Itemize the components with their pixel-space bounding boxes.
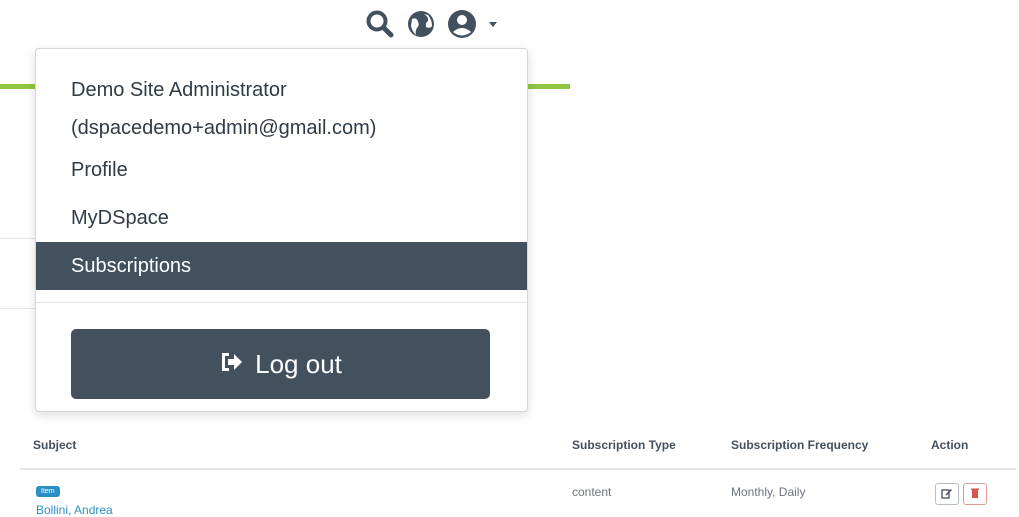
user-menu-dropdown: Demo Site Administrator (dspacedemo+admi…: [35, 48, 528, 412]
trash-icon: [969, 487, 981, 502]
header-accent-line: [525, 84, 570, 89]
column-header-action: Action: [931, 438, 969, 452]
column-header-subject: Subject: [33, 438, 77, 452]
logout-button[interactable]: Log out: [71, 329, 490, 399]
subscription-frequency: Monthly, Daily: [731, 485, 806, 499]
user-info: Demo Site Administrator (dspacedemo+admi…: [71, 73, 376, 145]
edit-icon: [941, 487, 953, 502]
edit-subscription-button[interactable]: [935, 483, 959, 505]
menu-divider: [36, 302, 527, 303]
column-header-frequency: Subscription Frequency: [731, 438, 869, 452]
user-circle-icon[interactable]: [446, 8, 478, 40]
menu-item-subscriptions[interactable]: Subscriptions: [36, 242, 527, 290]
globe-icon[interactable]: [406, 9, 436, 39]
logout-label: Log out: [255, 348, 342, 379]
user-name: Demo Site Administrator: [71, 79, 287, 101]
caret-down-icon[interactable]: [488, 19, 498, 29]
table-header: Subject Subscription Type Subscription F…: [20, 424, 1016, 470]
subject-link[interactable]: Bollini, Andrea: [36, 503, 113, 517]
user-email: (dspacedemo+admin@gmail.com): [71, 117, 377, 139]
subscription-type: content: [572, 485, 612, 499]
search-icon[interactable]: [364, 8, 396, 40]
delete-subscription-button[interactable]: [963, 483, 987, 505]
navbar-icons: [364, 6, 498, 42]
menu-item-profile[interactable]: Profile: [36, 146, 527, 194]
menu-item-mydspace[interactable]: MyDSpace: [36, 194, 527, 242]
divider: [0, 308, 36, 309]
header-accent-line: [0, 84, 36, 89]
subscriptions-table: Subject Subscription Type Subscription F…: [20, 424, 1016, 470]
item-type-badge: Item: [36, 486, 60, 497]
table-row: [20, 468, 1016, 516]
sign-out-icon: [219, 349, 245, 380]
column-header-type: Subscription Type: [572, 438, 676, 452]
divider: [0, 238, 36, 239]
